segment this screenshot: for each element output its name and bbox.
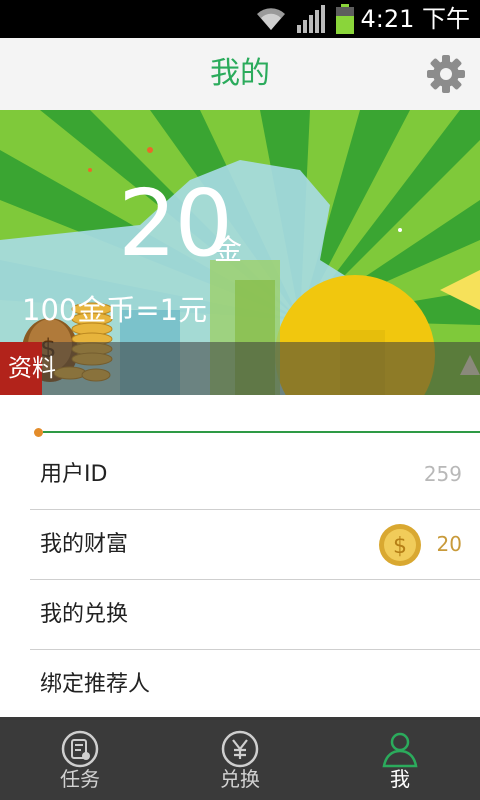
section-divider (34, 428, 480, 437)
status-bar: 4:21 下午 (0, 0, 480, 38)
svg-text:$: $ (393, 534, 407, 559)
nav-item-tasks[interactable]: 任务 (0, 717, 160, 800)
wifi-icon (257, 8, 285, 30)
bottom-nav: 任务 兑换 我 (0, 717, 480, 800)
list-item-label: 我的财富 (40, 532, 129, 557)
nav-label: 我 (390, 767, 410, 791)
list-item-label: 绑定推荐人 (40, 672, 151, 697)
battery-icon (336, 4, 354, 34)
wealth-value: 20 (436, 532, 462, 556)
nav-item-exchange[interactable]: 兑换 (160, 717, 320, 800)
list-item-label: 我的兑换 (40, 602, 129, 627)
divider-line (43, 431, 480, 433)
list-item-bind-referrer[interactable]: 绑定推荐人 (30, 650, 480, 719)
divider-dot (34, 428, 43, 437)
user-id-value: 259 (423, 462, 462, 486)
nav-label: 任务 (60, 767, 100, 791)
gear-icon[interactable] (426, 54, 466, 94)
wealth-banner: $ 20 金 100金币=1元 资料 (0, 110, 480, 395)
status-time: 4:21 下午 (360, 5, 470, 33)
nav-item-me[interactable]: 我 (320, 717, 480, 800)
app-header: 我的 (0, 38, 480, 111)
list-item-user-id[interactable]: 用户ID 259 (30, 440, 480, 510)
list-item-wealth[interactable]: 我的财富 $ 20 (30, 510, 480, 580)
task-icon (61, 730, 99, 768)
coin-unit: 金 (214, 233, 243, 266)
signal-icon (297, 5, 325, 33)
page-title: 我的 (210, 56, 270, 91)
gold-coin-icon: $ (379, 524, 421, 566)
user-icon (382, 732, 418, 768)
profile-strip[interactable]: 资料 (0, 342, 480, 395)
yuan-exchange-icon (221, 730, 259, 768)
nav-label: 兑换 (220, 767, 260, 791)
list-item-my-exchange[interactable]: 我的兑换 (30, 580, 480, 650)
exchange-rate-text: 100金币=1元 (22, 293, 208, 327)
list-item-label: 用户ID (40, 462, 108, 487)
profile-label: 资料 (8, 354, 56, 382)
